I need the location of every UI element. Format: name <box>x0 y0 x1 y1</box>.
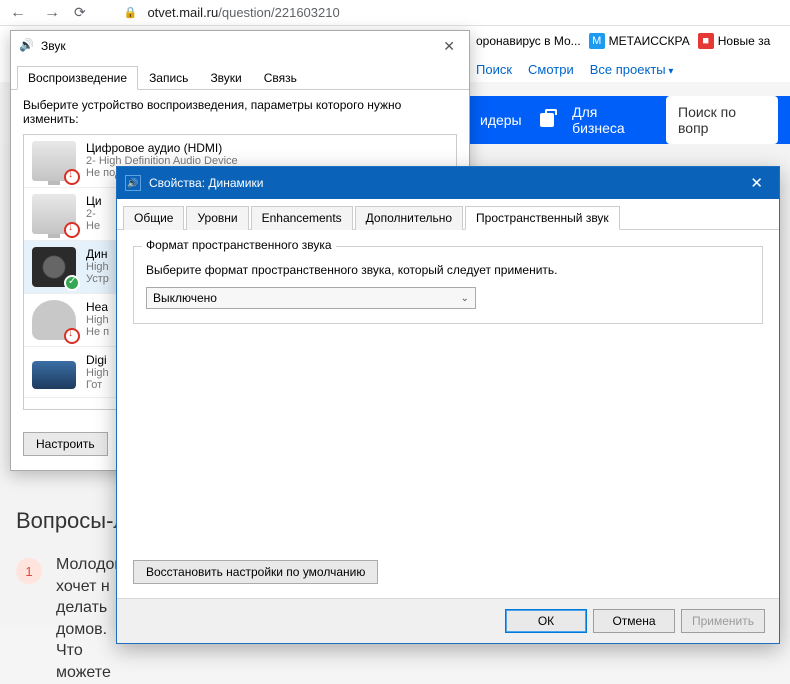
device-box-icon <box>32 361 76 389</box>
search-input[interactable]: Поиск по вопр <box>666 96 778 144</box>
device-sub: High <box>86 261 109 273</box>
device-sub: High <box>86 314 109 326</box>
nav-watch[interactable]: Смотри <box>528 62 574 77</box>
device-sub: 2- <box>86 208 102 220</box>
monitor-icon <box>32 141 76 181</box>
question-text[interactable]: Молодой хочет н делать домов. Что можете <box>56 554 116 684</box>
device-name: Hea <box>86 300 109 314</box>
window-title: Свойства: Динамики <box>149 176 742 190</box>
address-bar[interactable]: otvet.mail.ru/question/221603210 <box>147 5 339 20</box>
close-icon[interactable]: ✕ <box>437 38 461 55</box>
monitor-icon <box>32 194 76 234</box>
cancel-button[interactable]: Отмена <box>593 609 675 633</box>
properties-window: 🔊 Свойства: Динамики ✕ Общие Уровни Enha… <box>116 166 780 644</box>
nav-search[interactable]: Поиск <box>476 62 512 77</box>
bookmark-item[interactable]: ■Новые за <box>698 33 771 49</box>
window-title: Звук <box>41 39 431 53</box>
tab-communications[interactable]: Связь <box>253 66 308 90</box>
close-icon[interactable]: ✕ <box>742 174 771 192</box>
status-error-icon <box>64 169 80 185</box>
tab-spatial-sound[interactable]: Пространственный звук <box>465 206 620 230</box>
bookmark-item[interactable]: MМЕТАИССКРА <box>589 33 690 49</box>
nav-business[interactable]: Для бизнеса <box>572 104 638 136</box>
spatial-format-group: Формат пространственного звука Выберите … <box>133 246 763 324</box>
device-status: Устр <box>86 273 109 285</box>
configure-button[interactable]: Настроить <box>23 432 108 456</box>
lock-icon: 🔒 <box>124 6 138 19</box>
site-header: идеры Для бизнеса Поиск по вопр <box>468 96 790 144</box>
forward-icon[interactable]: → <box>40 4 64 22</box>
headphones-icon <box>32 300 76 340</box>
status-error-icon <box>64 222 80 238</box>
browser-toolbar: ← → ⟳ 🔒 otvet.mail.ru/question/221603210 <box>0 0 790 26</box>
properties-buttons: ОК Отмена Применить <box>117 598 779 643</box>
device-name: Дин <box>86 247 109 261</box>
select-value: Выключено <box>153 291 217 305</box>
url-host: otvet.mail.ru <box>147 5 218 20</box>
tab-enhancements[interactable]: Enhancements <box>251 206 353 230</box>
status-ok-icon <box>64 275 80 291</box>
group-description: Выберите формат пространственного звука,… <box>146 263 750 277</box>
question-number-badge: 1 <box>16 558 42 584</box>
device-status: Не п <box>86 326 109 338</box>
tab-playback[interactable]: Воспроизведение <box>17 66 138 90</box>
bookmark-item[interactable]: оронавирус в Мо... <box>476 34 581 48</box>
reload-icon[interactable]: ⟳ <box>74 4 86 21</box>
device-status: Гот <box>86 379 109 391</box>
tab-recording[interactable]: Запись <box>138 66 199 90</box>
spatial-format-select[interactable]: Выключено ⌄ <box>146 287 476 309</box>
speaker-icon: 🔊 <box>19 38 35 54</box>
bookmark-icon: M <box>589 33 605 49</box>
tab-general[interactable]: Общие <box>123 206 184 230</box>
properties-tabs: Общие Уровни Enhancements Дополнительно … <box>117 199 779 230</box>
instruction-text: Выберите устройство воспроизведения, пар… <box>23 98 457 126</box>
status-error-icon <box>64 328 80 344</box>
back-icon[interactable]: ← <box>6 4 30 22</box>
tab-levels[interactable]: Уровни <box>186 206 248 230</box>
speaker-icon <box>32 247 76 287</box>
chevron-down-icon: ⌄ <box>461 293 469 304</box>
group-legend: Формат пространственного звука <box>142 238 336 252</box>
properties-body: Формат пространственного звука Выберите … <box>117 230 779 560</box>
briefcase-icon <box>540 113 555 127</box>
window-titlebar[interactable]: 🔊 Свойства: Динамики ✕ <box>117 167 779 199</box>
nav-projects[interactable]: Все проекты <box>590 62 674 77</box>
sound-tabs: Воспроизведение Запись Звуки Связь <box>11 65 469 90</box>
device-name: Digi <box>86 353 109 367</box>
restore-defaults-button[interactable]: Восстановить настройки по умолчанию <box>133 560 378 584</box>
device-status: Не <box>86 220 102 232</box>
tab-sounds[interactable]: Звуки <box>199 66 252 90</box>
device-name: Ци <box>86 194 102 208</box>
bookmark-icon: ■ <box>698 33 714 49</box>
url-path: /question/221603210 <box>218 5 339 20</box>
window-titlebar[interactable]: 🔊 Звук ✕ <box>11 31 469 61</box>
section-heading: Вопросы-л <box>16 508 126 534</box>
question-row: 1 Молодой хочет н делать домов. Что може… <box>16 554 116 684</box>
properties-restore-row: Восстановить настройки по умолчанию <box>117 560 779 598</box>
speaker-icon: 🔊 <box>125 175 141 191</box>
tab-advanced[interactable]: Дополнительно <box>355 206 463 230</box>
apply-button[interactable]: Применить <box>681 609 765 633</box>
device-name: Цифровое аудио (HDMI) <box>86 141 238 155</box>
nav-leaders[interactable]: идеры <box>480 112 522 128</box>
ok-button[interactable]: ОК <box>505 609 587 633</box>
device-sub: High <box>86 367 109 379</box>
